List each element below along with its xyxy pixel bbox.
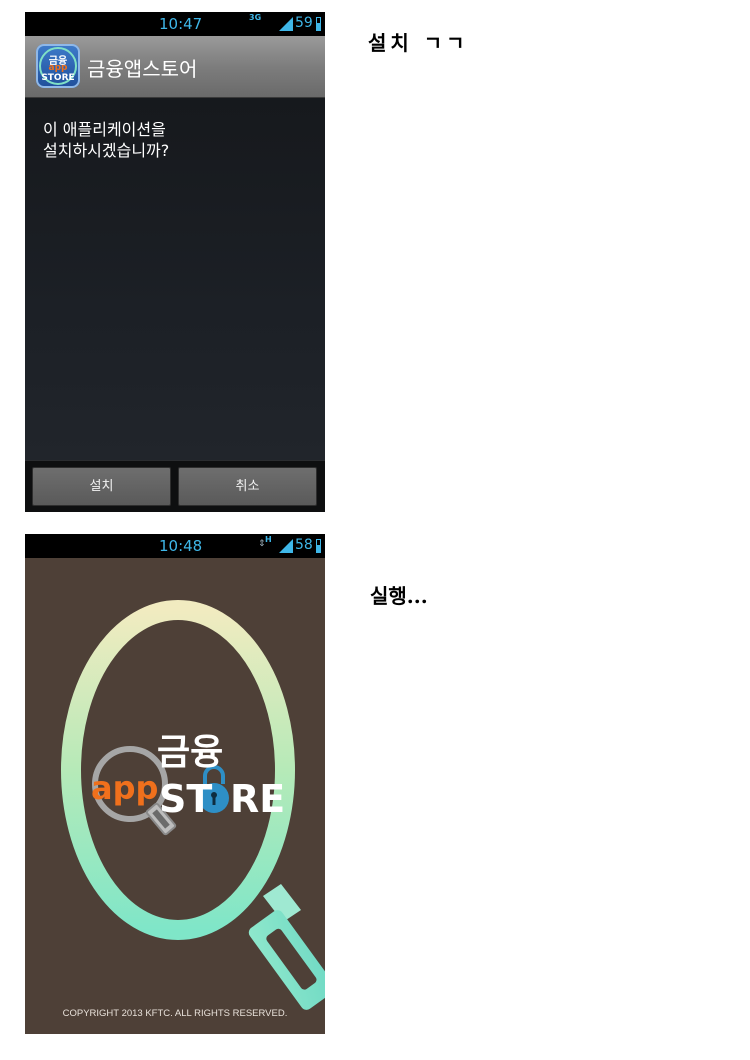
status-time: 10:48 <box>159 537 203 555</box>
install-screen: 10:47 3G 59 금융 app STORE 금융앱스토어 이 애플리케이션… <box>25 12 325 512</box>
splash-screen: 10:48 ⇕ H 58 금융 app ST RE COPYRIGHT 2013… <box>25 534 325 1034</box>
install-prompt-line2: 설치하시겠습니까? <box>43 141 170 160</box>
status-bar: 10:48 ⇕ H 58 <box>25 534 325 558</box>
signal-icon <box>279 539 293 553</box>
battery-icon <box>316 17 321 31</box>
app-title: 금융앱스토어 <box>87 57 198 81</box>
install-prompt-line1: 이 애플리케이션을 <box>43 120 166 139</box>
cancel-button[interactable]: 취소 <box>178 467 317 506</box>
copyright-text: COPYRIGHT 2013 KFTC. ALL RIGHTS RESERVED… <box>62 1008 288 1019</box>
signal-icon <box>279 17 293 31</box>
app-icon-text-store: STORE <box>41 73 75 83</box>
logo-store-text-re: RE <box>230 777 285 821</box>
install-button[interactable]: 설치 <box>32 467 171 506</box>
install-prompt: 이 애플리케이션을 설치하시겠습니까? <box>43 119 303 161</box>
logo-store-text-st: ST <box>159 777 212 821</box>
app-icon-text-app: app <box>48 63 68 73</box>
logo-korean-text: 금융 <box>157 732 223 773</box>
battery-level: 58 <box>295 537 313 553</box>
battery-icon <box>316 539 321 553</box>
status-time: 10:47 <box>159 15 203 33</box>
status-bar: 10:47 3G 59 <box>25 12 325 36</box>
caption-launch: 실행... <box>370 584 428 608</box>
splash-logo: 금융 app ST RE <box>61 600 325 1010</box>
network-type-indicator: H <box>265 535 272 544</box>
network-type-indicator: 3G <box>249 13 262 22</box>
app-icon: 금융 app STORE <box>36 44 80 88</box>
caption-install: 설치 ㄱㄱ <box>368 31 469 55</box>
logo-app-text: app <box>91 769 158 807</box>
dialog-title-bar: 금융 app STORE 금융앱스토어 <box>25 36 325 98</box>
magnifier-handle-icon <box>248 884 325 1010</box>
dialog-button-bar: 설치 취소 <box>25 460 325 512</box>
battery-level: 59 <box>295 15 313 31</box>
